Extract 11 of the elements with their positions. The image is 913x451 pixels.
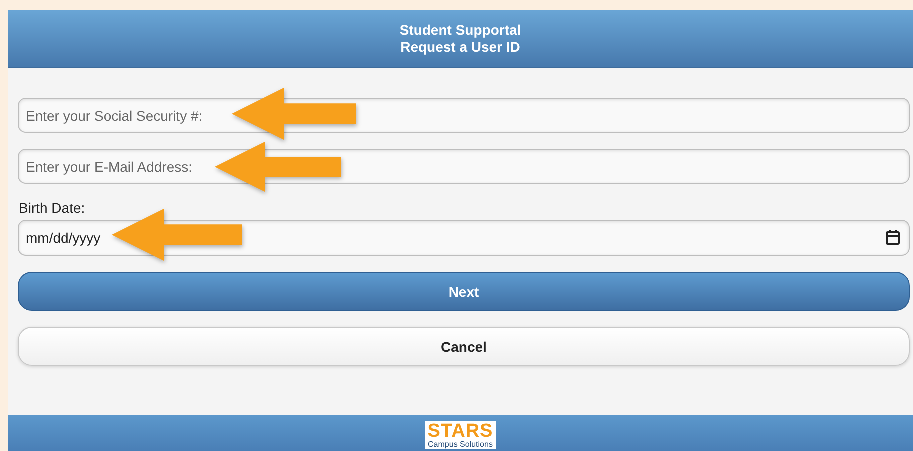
text-field[interactable]: Enter your Social Security #: xyxy=(18,98,910,133)
cancel-button[interactable]: Cancel xyxy=(18,327,910,366)
app-title: Student Supportal xyxy=(400,22,522,38)
calendar-icon[interactable] xyxy=(886,230,900,245)
date-field[interactable]: mm/dd/yyyy xyxy=(18,220,910,256)
logo-tagline: Campus Solutions xyxy=(428,441,493,449)
page-title: Request a User ID xyxy=(400,38,520,56)
text-field[interactable]: Enter your E-Mail Address: xyxy=(18,149,910,184)
field-label: Birth Date: xyxy=(19,200,86,216)
logo-name: STARS xyxy=(428,422,494,441)
next-button[interactable]: Next xyxy=(18,272,910,311)
